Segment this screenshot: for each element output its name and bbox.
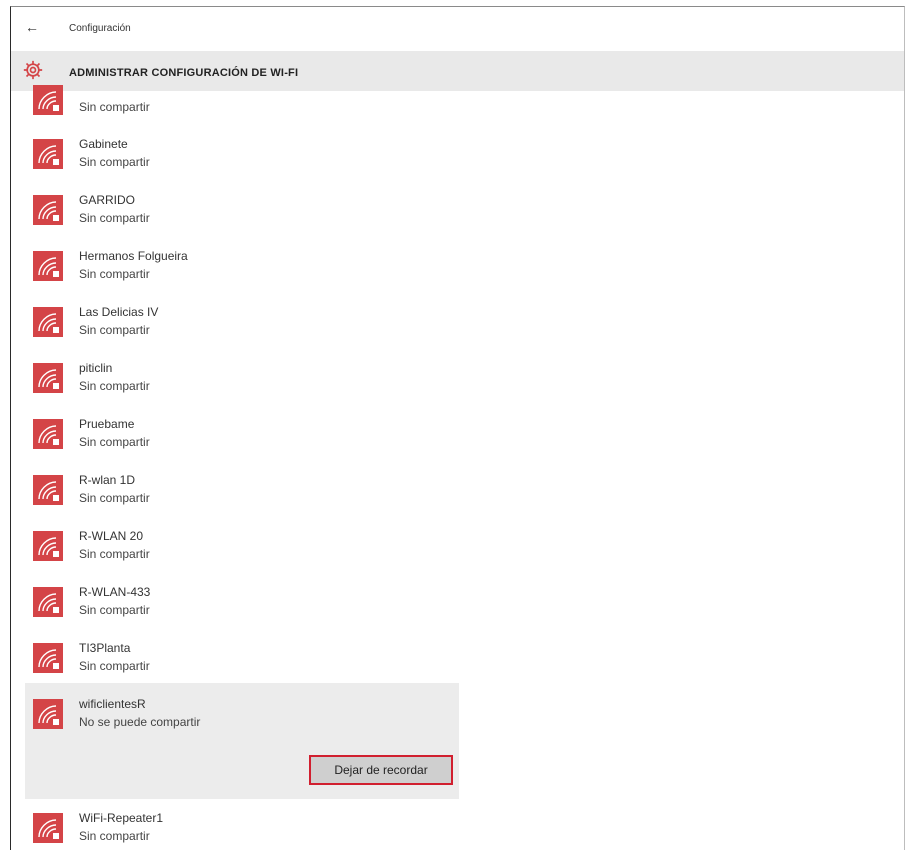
network-name: R-WLAN-433 [79,585,151,599]
wifi-icon [33,419,63,449]
wifi-icon [33,531,63,561]
forget-network-label: Dejar de recordar [334,763,428,777]
wifi-network-item[interactable]: Pruebame Sin compartir [11,411,459,467]
network-status: Sin compartir [79,547,150,561]
wifi-network-item[interactable]: TI3Planta Sin compartir [11,635,459,691]
network-name: wificlientesR [79,697,146,711]
network-status: Sin compartir [79,659,150,673]
wifi-icon [33,643,63,673]
wifi-icon [33,85,63,115]
wifi-network-item[interactable]: WiFi-Repeater1 Sin compartir [11,805,459,850]
wifi-icon [33,699,63,729]
gear-icon [23,60,43,80]
wifi-network-item-selected[interactable]: wificlientesR No se puede compartir [11,691,459,747]
wifi-network-item[interactable]: GARRIDO Sin compartir [11,187,459,243]
wifi-icon [33,587,63,617]
network-status: No se puede compartir [79,715,201,729]
network-name: WiFi-Repeater1 [79,811,164,825]
forget-network-button[interactable]: Dejar de recordar [309,755,453,785]
wifi-icon [33,251,63,281]
wifi-network-item[interactable]: Las Delicias IV Sin compartir [11,299,459,355]
settings-window: ← Configuración ADMINISTRAR CONFIGURACIÓ… [10,6,905,850]
wifi-icon [33,813,63,843]
network-status: Sin compartir [79,211,150,225]
page-header: ADMINISTRAR CONFIGURACIÓN DE WI-FI [11,51,904,91]
wifi-icon [33,139,63,169]
network-name: Las Delicias IV [79,305,159,319]
network-name: Hermanos Folgueira [79,249,188,263]
network-status: Sin compartir [79,379,150,393]
network-status: Sin compartir [79,267,150,281]
network-status: Sin compartir [79,323,150,337]
wifi-icon [33,363,63,393]
wifi-network-item[interactable]: piticlin Sin compartir [11,355,459,411]
wifi-network-item[interactable]: Gabinete Sin compartir [11,131,459,187]
wifi-network-item[interactable]: R-wlan 1D Sin compartir [11,467,459,523]
network-name: piticlin [79,361,113,375]
title-bar: ← Configuración [11,7,904,49]
network-name: R-WLAN 20 [79,529,144,543]
network-name: TI3Planta [79,641,131,655]
wifi-icon [33,195,63,225]
page-title: ADMINISTRAR CONFIGURACIÓN DE WI-FI [69,67,299,79]
network-name: Gabinete [79,137,128,151]
network-status: Sin compartir [79,100,150,114]
network-status: Sin compartir [79,829,150,843]
network-status: Sin compartir [79,491,150,505]
network-name: R-wlan 1D [79,473,136,487]
network-status: Sin compartir [79,155,150,169]
wifi-network-item[interactable]: Hermanos Folgueira Sin compartir [11,243,459,299]
network-status: Sin compartir [79,435,150,449]
back-arrow-icon[interactable]: ← [25,20,39,34]
wifi-network-item[interactable]: R-WLAN-433 Sin compartir [11,579,459,635]
wifi-network-item[interactable]: R-WLAN 20 Sin compartir [11,523,459,579]
network-name: Pruebame [79,417,135,431]
window-title: Configuración [69,23,131,34]
network-status: Sin compartir [79,603,150,617]
wifi-icon [33,307,63,337]
network-name: GARRIDO [79,193,136,207]
wifi-icon [33,475,63,505]
